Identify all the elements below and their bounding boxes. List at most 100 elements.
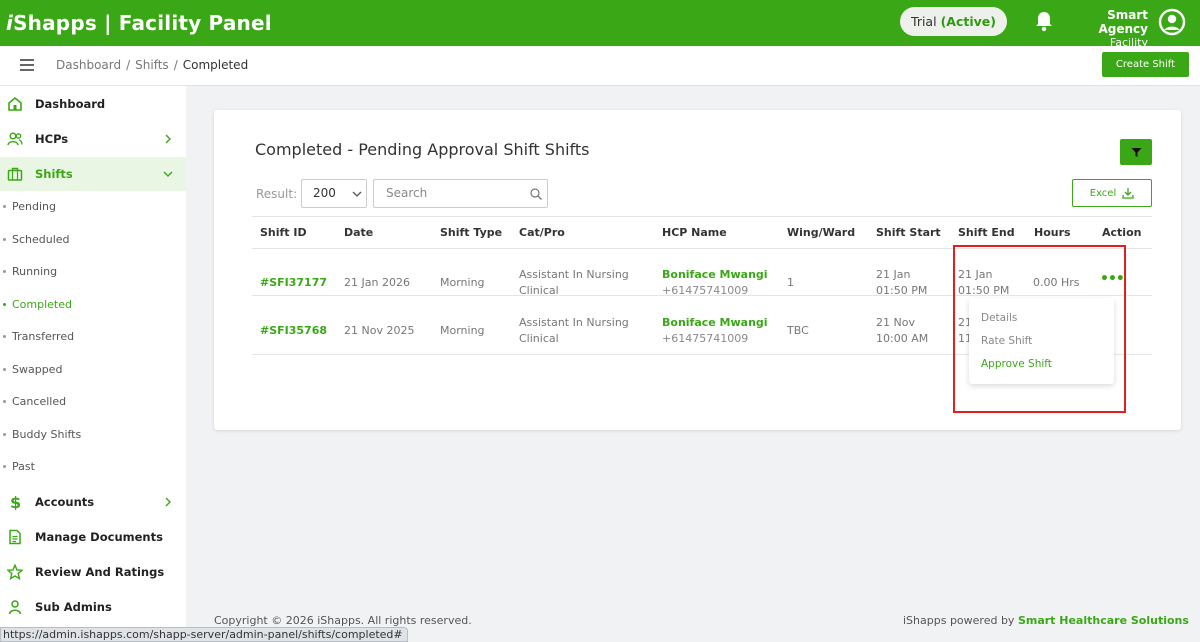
- column-header[interactable]: HCP Name: [662, 226, 727, 239]
- agency-info[interactable]: Smart Agency Facility: [1058, 8, 1149, 49]
- result-count-value: 200: [313, 186, 336, 200]
- highlight-annotation-box: [953, 245, 1126, 413]
- sidebar-sub-label: Pending: [12, 200, 56, 213]
- svg-text:$: $: [10, 494, 21, 510]
- document-icon: [9, 529, 21, 545]
- breadcrumb-separator: /: [173, 58, 178, 72]
- sidebar-sub-completed[interactable]: Completed: [0, 294, 186, 316]
- sidebar-item-label: Dashboard: [35, 97, 106, 111]
- shift-id-link[interactable]: #SFI37177: [260, 275, 327, 291]
- shift-date: 21 Nov 2025: [344, 324, 415, 337]
- top-navbar: iShapps | Facility Panel: [0, 0, 1200, 46]
- sidebar-item-dashboard[interactable]: Dashboard: [0, 87, 186, 121]
- filter-button[interactable]: [1120, 139, 1152, 165]
- column-header[interactable]: Shift Start: [876, 226, 941, 239]
- trial-active-status: (Active): [940, 14, 996, 29]
- shift-type: Morning: [440, 324, 485, 337]
- hcp-name-link[interactable]: Boniface Mwangi: [662, 267, 768, 283]
- column-header[interactable]: Cat/Pro: [519, 226, 565, 239]
- column-header: Action: [1102, 226, 1142, 239]
- shift-id-link[interactable]: #SFI35768: [260, 323, 327, 339]
- sidebar-sub-label: Scheduled: [12, 233, 70, 246]
- hcp-name-link[interactable]: Boniface Mwangi: [662, 315, 768, 331]
- hcp-phone: +61475741009: [662, 284, 749, 297]
- shift-start-time: 10:00 AM: [876, 332, 929, 345]
- user-avatar-icon[interactable]: [1158, 8, 1186, 36]
- search-input[interactable]: Search: [373, 179, 548, 208]
- star-icon: [7, 564, 23, 580]
- bell-icon[interactable]: [1034, 10, 1054, 32]
- shift-start-cell: 21 Nov 10:00 AM: [876, 315, 928, 347]
- browser-status-url: https://admin.ishapps.com/shapp-server/a…: [0, 627, 408, 642]
- shift-date: 21 Jan 2026: [344, 276, 410, 289]
- chevron-down-icon: [352, 191, 362, 197]
- app-brand[interactable]: iShapps | Facility Panel: [6, 11, 272, 35]
- sidebar-item-review-ratings[interactable]: Review And Ratings: [0, 555, 186, 589]
- result-count-select[interactable]: 200: [301, 179, 367, 208]
- sidebar-sub-past[interactable]: Past: [0, 456, 186, 478]
- sidebar-item-label: Accounts: [35, 495, 95, 509]
- sidebar-item-shifts[interactable]: Shifts: [0, 157, 186, 191]
- users-icon: [7, 132, 23, 146]
- ward-value: TBC: [787, 324, 809, 337]
- sidebar-item-accounts[interactable]: $ Accounts: [0, 485, 186, 519]
- sidebar-item-manage-documents[interactable]: Manage Documents: [0, 520, 186, 554]
- category-cell: Assistant In Nursing Clinical: [519, 315, 629, 347]
- brand-prefix: i: [6, 11, 14, 35]
- shift-start-date: 21 Jan: [876, 268, 911, 281]
- sidebar-item-label: Review And Ratings: [35, 565, 165, 579]
- sidebar-sub-running[interactable]: Running: [0, 261, 186, 283]
- column-header[interactable]: Hours: [1034, 226, 1071, 239]
- trial-status-pill[interactable]: Trial (Active): [900, 7, 1007, 36]
- sidebar-item-sub-admins[interactable]: Sub Admins: [0, 590, 186, 624]
- category-group: Clinical: [519, 332, 559, 345]
- filter-icon: [1131, 147, 1141, 157]
- breadcrumb-shifts[interactable]: Shifts: [135, 58, 169, 72]
- excel-export-button[interactable]: Excel: [1072, 179, 1152, 207]
- sidebar-sub-swapped[interactable]: Swapped: [0, 359, 186, 381]
- column-header[interactable]: Date: [344, 226, 373, 239]
- trial-label: Trial: [911, 14, 937, 29]
- sidebar-sub-scheduled[interactable]: Scheduled: [0, 229, 186, 251]
- home-icon: [8, 96, 22, 111]
- category-group: Clinical: [519, 284, 559, 297]
- hcp-phone: +61475741009: [662, 332, 749, 345]
- column-header[interactable]: Shift End: [958, 226, 1015, 239]
- sidebar-sub-label: Running: [12, 265, 58, 278]
- create-shift-button[interactable]: Create Shift: [1102, 52, 1189, 77]
- sidebar-sub-cancelled[interactable]: Cancelled: [0, 391, 186, 413]
- menu-toggle-icon[interactable]: [20, 59, 34, 71]
- category-cell: Assistant In Nursing Clinical: [519, 267, 629, 299]
- sidebar-sub-label: Past: [12, 460, 35, 473]
- sidebar-sub-label: Buddy Shifts: [12, 428, 82, 441]
- excel-label: Excel: [1089, 187, 1117, 199]
- footer-powered-by: iShapps powered by Smart Healthcare Solu…: [903, 614, 1189, 627]
- category-name: Assistant In Nursing: [519, 268, 629, 281]
- sidebar-sub-transferred[interactable]: Transferred: [0, 326, 186, 348]
- sidebar-item-label: HCPs: [35, 132, 69, 146]
- chevron-right-icon: [165, 497, 171, 507]
- search-icon: [530, 188, 542, 200]
- column-header[interactable]: Shift ID: [260, 226, 307, 239]
- sidebar-sub-pending[interactable]: Pending: [0, 196, 186, 218]
- download-icon: [1122, 188, 1134, 199]
- column-header[interactable]: Shift Type: [440, 226, 502, 239]
- sidebar-sub-buddy-shifts[interactable]: Buddy Shifts: [0, 424, 186, 446]
- breadcrumb: Dashboard / Shifts / Completed: [56, 58, 248, 72]
- sidebar-item-label: Sub Admins: [35, 600, 112, 614]
- breadcrumb-dashboard[interactable]: Dashboard: [56, 58, 121, 72]
- breadcrumb-current: Completed: [182, 58, 249, 72]
- column-header[interactable]: Wing/Ward: [787, 226, 855, 239]
- sidebar-item-label: Manage Documents: [35, 530, 163, 544]
- sidebar-item-hcps[interactable]: HCPs: [0, 122, 186, 156]
- category-name: Assistant In Nursing: [519, 316, 629, 329]
- dollar-icon: $: [10, 494, 21, 510]
- breadcrumb-bar: Dashboard / Shifts / Completed Create Shift: [0, 46, 1200, 86]
- shift-start-date: 21 Nov: [876, 316, 915, 329]
- brand-title: Shapps | Facility Panel: [13, 11, 272, 35]
- shift-start-time: 01:50 PM: [876, 284, 928, 297]
- footer-company-link[interactable]: Smart Healthcare Solutions: [1018, 614, 1189, 627]
- shift-type: Morning: [440, 276, 485, 289]
- ward-value: 1: [787, 276, 794, 289]
- result-label: Result:: [256, 187, 298, 201]
